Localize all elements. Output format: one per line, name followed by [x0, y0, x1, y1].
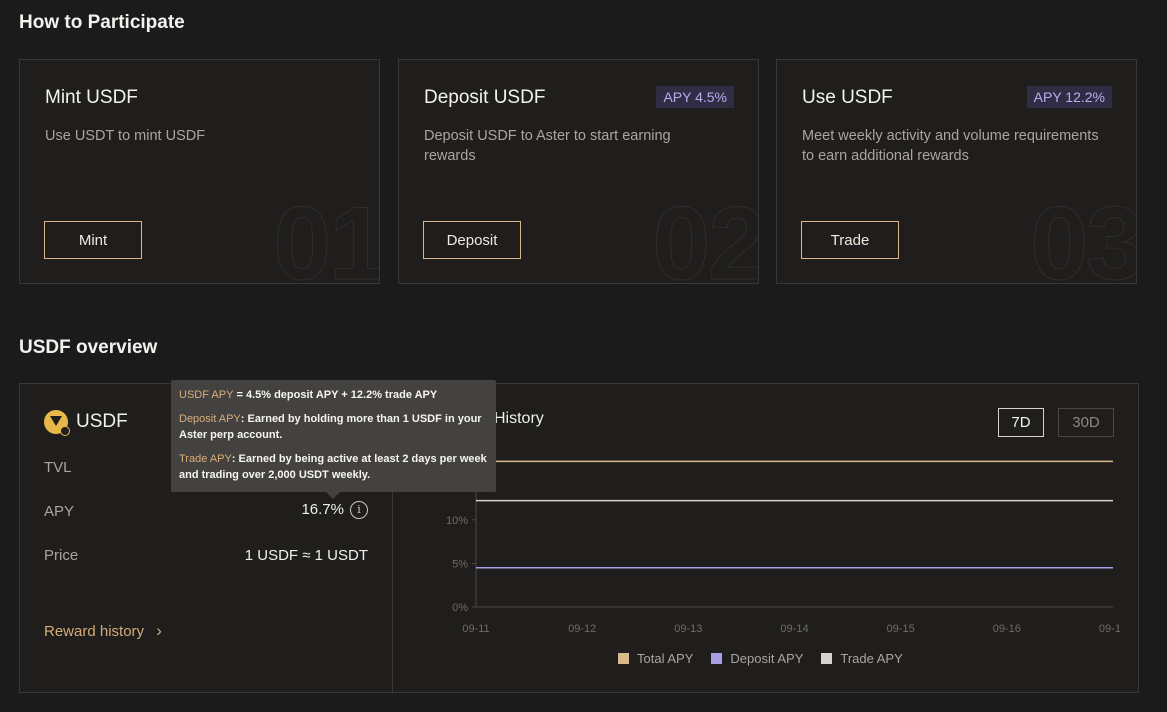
legend-item: Total APY [618, 651, 693, 666]
history-title: History [494, 410, 544, 427]
apy-tooltip: USDF APY = 4.5% deposit APY + 12.2% trad… [171, 380, 496, 499]
apy-label: APY [44, 503, 75, 520]
legend-swatch [618, 653, 629, 664]
chevron-right-icon: › [156, 621, 162, 640]
legend-item: Deposit APY [711, 651, 803, 666]
apy-badge: APY 4.5% [656, 86, 734, 108]
section-title-overview: USDF overview [19, 337, 158, 358]
tooltip-arrow [326, 492, 340, 499]
tooltip-line-usdf-apy: USDF APY = 4.5% deposit APY + 12.2% trad… [179, 389, 438, 401]
coin-name: USDF [76, 411, 128, 432]
y-tick-label: 10% [446, 515, 468, 527]
y-tick-label: 0% [452, 602, 468, 614]
x-tick-label: 09-17 [1099, 623, 1120, 635]
legend-swatch [821, 653, 833, 664]
price-label: Price [44, 547, 79, 564]
card-use: 03 Use USDF APY 12.2% Meet weekly activi… [776, 59, 1137, 284]
range-7d-button[interactable]: 7D [998, 408, 1044, 437]
card-number: 03 [1030, 186, 1137, 284]
x-tick-label: 09-16 [993, 623, 1021, 635]
legend-item: Trade APY [821, 651, 903, 666]
legend-label: Deposit APY [730, 651, 804, 666]
card-title: Deposit USDF [424, 87, 546, 108]
x-tick-label: 09-15 [887, 623, 915, 635]
x-tick-label: 09-13 [674, 623, 702, 635]
card-description: Meet weekly activity and volume requirem… [802, 128, 1099, 164]
card-mint: 01 Mint USDF Use USDT to mint USDF Mint [19, 59, 380, 284]
card-description: Use USDT to mint USDF [45, 128, 206, 144]
x-tick-label: 09-14 [780, 623, 808, 635]
price-value: 1 USDF ≈ 1 USDT [244, 547, 368, 564]
apy-value-row: 16.7% i [301, 501, 368, 520]
card-title: Mint USDF [45, 87, 138, 108]
mint-button[interactable]: Mint [44, 221, 142, 259]
x-tick-label: 09-11 [462, 623, 489, 635]
usdf-coin-icon [44, 410, 70, 436]
reward-history-link[interactable]: Reward history › [44, 621, 162, 641]
card-number: 02 [652, 186, 759, 284]
card-number: 01 [273, 186, 380, 284]
legend-label: Trade APY [840, 651, 903, 666]
legend-swatch [711, 653, 723, 664]
card-description: Deposit USDF to Aster to start earning r… [424, 128, 671, 164]
card-deposit: 02 Deposit USDF APY 4.5% Deposit USDF to… [398, 59, 759, 284]
range-30d-button[interactable]: 30D [1058, 408, 1114, 437]
apy-value: 16.7% [301, 501, 344, 518]
chart-legend: Total APY Deposit APY Trade APY [618, 651, 903, 666]
tvl-label: TVL [44, 459, 72, 476]
section-title-participate: How to Participate [19, 12, 185, 33]
tooltip-line-deposit-apy: Deposit APY: Earned by holding more than… [179, 413, 482, 441]
reward-history-label: Reward history [44, 623, 145, 640]
deposit-button[interactable]: Deposit [423, 221, 521, 259]
apy-badge: APY 12.2% [1026, 86, 1112, 108]
trade-button[interactable]: Trade [801, 221, 899, 259]
y-tick-label: 5% [452, 558, 468, 570]
info-icon[interactable]: i [350, 501, 368, 520]
tooltip-line-trade-apy: Trade APY: Earned by being active at lea… [179, 453, 487, 481]
apy-history-chart: 0% 5% 10% 09-11 09-12 09-13 09-14 09-15 09-16 09-… [440, 460, 1120, 635]
card-title: Use USDF [802, 87, 893, 108]
legend-label: Total APY [637, 651, 694, 666]
x-tick-label: 09-12 [568, 623, 596, 635]
